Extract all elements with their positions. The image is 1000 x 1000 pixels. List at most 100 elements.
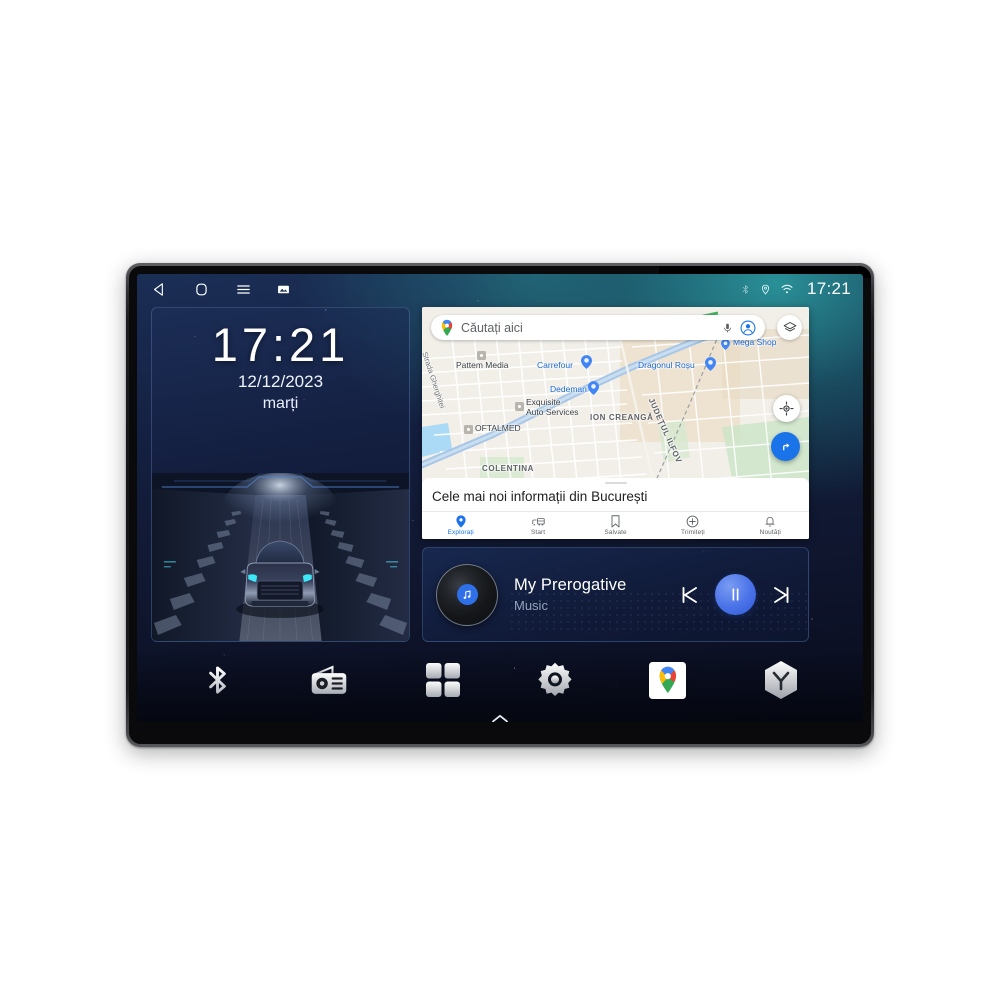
contribute-plus-icon [687, 515, 699, 528]
dock-maps-button[interactable] [649, 661, 687, 699]
map-tab-label: Trimiteți [681, 529, 705, 536]
media-player-widget[interactable]: My Prerogative Music [422, 547, 809, 642]
car-illustration-widget[interactable] [152, 473, 409, 641]
map-recenter-button[interactable] [773, 395, 800, 422]
navigation-buttons [151, 281, 290, 298]
app-grid-icon [425, 663, 460, 697]
map-label-ion-creanga: ION CREANGĂ [590, 413, 654, 422]
bookmark-icon [611, 515, 620, 528]
dock-apps-button[interactable] [425, 662, 461, 698]
left-widget-column: 17:21 12/12/2023 marți [151, 307, 410, 642]
screenshot-stage: 17:21 17:21 12/12/2023 marți Pattem Medi… [0, 0, 1000, 1000]
map-directions-button[interactable] [771, 432, 800, 461]
map-label-oftalmed: OFTALMED [475, 423, 521, 433]
bell-notification-icon [765, 516, 775, 527]
media-metadata: My Prerogative Music [514, 576, 677, 613]
map-search-bar[interactable]: Căutați aici [431, 315, 765, 340]
status-indicators: 17:21 [740, 279, 851, 299]
device-bezel: 17:21 17:21 12/12/2023 marți Pattem Medi… [129, 266, 871, 744]
hexagon-y-icon [764, 661, 797, 699]
map-label-pattem-media: Pattem Media [456, 360, 509, 370]
dock-navigator-button[interactable] [763, 660, 799, 700]
media-transport-controls [677, 574, 794, 615]
map-pin-dragonul-rosu[interactable] [705, 357, 716, 371]
map-poi-marker[interactable] [515, 402, 524, 411]
map-poi-marker[interactable] [477, 351, 486, 360]
recenter-target-icon [779, 401, 794, 416]
account-avatar-icon[interactable] [740, 320, 756, 336]
status-bar: 17:21 [137, 274, 863, 304]
device-screen: 17:21 17:21 12/12/2023 marți Pattem Medi… [137, 274, 863, 722]
menu-button[interactable] [235, 281, 252, 298]
map-info-sheet[interactable]: Cele mai noi informații din București Ex… [422, 477, 809, 539]
sheet-drag-handle[interactable] [604, 481, 627, 484]
explore-pin-icon [456, 515, 466, 528]
directions-arrow-icon [783, 443, 790, 451]
clock-widget[interactable]: 17:21 12/12/2023 marți [152, 308, 409, 481]
dock-bluetooth-button[interactable] [201, 661, 234, 699]
clock-widget-weekday: marți [262, 394, 299, 412]
media-pause-button[interactable] [715, 574, 756, 615]
dock-expand-handle[interactable] [491, 710, 509, 722]
vinyl-record-icon [463, 590, 471, 599]
map-tab-label: Start [530, 529, 546, 536]
commute-car-icon [531, 518, 545, 526]
map-tab-label: Noutăți [759, 529, 781, 536]
map-tab-updates[interactable]: Noutăți [732, 515, 809, 536]
map-tab-commute[interactable]: Start [499, 515, 576, 536]
radio-icon [312, 665, 347, 694]
media-source-label: Music [514, 598, 548, 613]
bluetooth-icon [209, 666, 226, 694]
home-button[interactable] [193, 281, 210, 298]
wallpaper-button[interactable] [277, 283, 290, 296]
map-tab-contribute[interactable]: Trimiteți [654, 515, 731, 536]
map-pin-mega-shop[interactable] [721, 339, 730, 350]
dock-radio-button[interactable] [310, 662, 348, 698]
media-track-title: My Prerogative [514, 576, 627, 594]
image-icon [278, 285, 289, 293]
map-tab-label: Salvate [604, 529, 627, 536]
clock-widget-time: 17:21 [211, 318, 350, 371]
media-previous-button[interactable] [677, 583, 701, 607]
clock-car-panel[interactable]: 17:21 12/12/2023 marți [151, 307, 410, 642]
map-pin-dedeman[interactable] [588, 381, 599, 395]
wifi-icon [781, 284, 793, 294]
map-label-dragonul-rosu: Dragonul Roșu [638, 360, 695, 370]
chevron-up-icon [492, 714, 508, 722]
map-tab-explore[interactable]: Explorați [422, 515, 499, 536]
map-layers-button[interactable] [777, 315, 802, 340]
album-art[interactable] [436, 563, 498, 626]
back-triangle-icon [153, 282, 163, 296]
map-layers-icon [783, 321, 796, 332]
device-bottom-bezel [129, 722, 871, 744]
map-poi-marker[interactable] [464, 425, 473, 434]
dock-settings-button[interactable] [537, 662, 573, 698]
map-label-carrefour: Carrefour [537, 360, 573, 370]
pause-icon [732, 588, 739, 601]
skip-next-icon [774, 586, 789, 603]
vinyl-hub [456, 584, 478, 605]
app-dock [137, 650, 863, 722]
map-label-auto-services: Auto Services [526, 407, 579, 417]
status-bar-clock: 17:21 [806, 279, 851, 298]
skip-previous-icon [682, 586, 697, 603]
right-widget-column: Pattem Media Carrefour Dedeman Exquisite… [422, 307, 809, 642]
back-button[interactable] [151, 281, 168, 298]
home-square-icon [196, 283, 207, 295]
map-tab-saved[interactable]: Salvate [577, 515, 654, 536]
car-tunnel-illustration [152, 473, 409, 641]
microphone-icon[interactable] [722, 321, 733, 335]
google-maps-pin-icon [441, 319, 453, 336]
google-maps-widget[interactable]: Pattem Media Carrefour Dedeman Exquisite… [422, 307, 809, 539]
map-bottom-nav: Explorați Start Salvate Trimiteți Noutăț… [422, 511, 809, 539]
car-head-unit-device: 17:21 17:21 12/12/2023 marți Pattem Medi… [126, 263, 874, 747]
map-pin-carrefour[interactable] [581, 355, 592, 369]
map-label-colentina: COLENTINA [482, 464, 535, 473]
bluetooth-icon [742, 284, 749, 294]
location-pin-icon [761, 284, 769, 295]
clock-widget-date: 12/12/2023 [237, 371, 324, 391]
map-search-placeholder: Căutați aici [461, 320, 523, 335]
map-label-dedeman: Dedeman [550, 384, 587, 394]
media-next-button[interactable] [770, 583, 794, 607]
hamburger-menu-icon [237, 284, 250, 294]
